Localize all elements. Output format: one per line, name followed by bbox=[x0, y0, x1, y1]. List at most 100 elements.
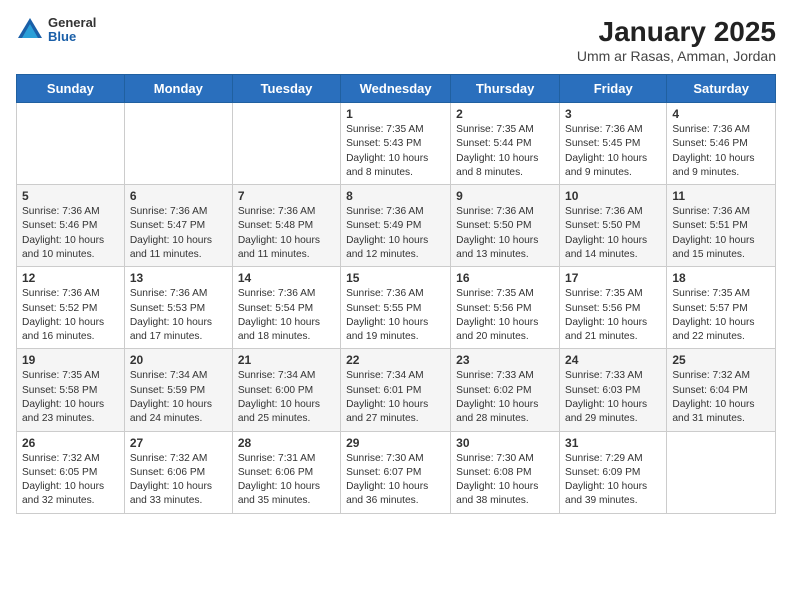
calendar-cell: 17 Sunrise: 7:35 AM Sunset: 5:56 PM Dayli… bbox=[560, 267, 667, 349]
calendar-cell: 28 Sunrise: 7:31 AM Sunset: 6:06 PM Dayli… bbox=[232, 431, 340, 513]
calendar-cell: 8 Sunrise: 7:36 AM Sunset: 5:49 PM Daylig… bbox=[341, 185, 451, 267]
day-number: 7 bbox=[238, 189, 335, 203]
day-number: 30 bbox=[456, 436, 554, 450]
calendar-cell: 31 Sunrise: 7:29 AM Sunset: 6:09 PM Dayli… bbox=[560, 431, 667, 513]
day-number: 6 bbox=[130, 189, 227, 203]
calendar-header-tuesday: Tuesday bbox=[232, 75, 340, 103]
day-info: Sunrise: 7:36 AM Sunset: 5:47 PM Dayligh… bbox=[130, 205, 227, 262]
day-info: Sunrise: 7:36 AM Sunset: 5:45 PM Dayligh… bbox=[565, 123, 661, 180]
day-info: Sunrise: 7:32 AM Sunset: 6:04 PM Dayligh… bbox=[672, 369, 770, 426]
day-info: Sunrise: 7:36 AM Sunset: 5:49 PM Dayligh… bbox=[346, 205, 445, 262]
day-number: 11 bbox=[672, 189, 770, 203]
calendar-cell: 23 Sunrise: 7:33 AM Sunset: 6:02 PM Dayli… bbox=[451, 349, 560, 431]
day-info: Sunrise: 7:35 AM Sunset: 5:56 PM Dayligh… bbox=[565, 287, 661, 344]
day-number: 31 bbox=[565, 436, 661, 450]
day-number: 14 bbox=[238, 271, 335, 285]
day-number: 2 bbox=[456, 107, 554, 121]
day-info: Sunrise: 7:36 AM Sunset: 5:55 PM Dayligh… bbox=[346, 287, 445, 344]
logo-blue: Blue bbox=[48, 30, 96, 44]
calendar-week-5: 26 Sunrise: 7:32 AM Sunset: 6:05 PM Dayli… bbox=[17, 431, 776, 513]
day-number: 1 bbox=[346, 107, 445, 121]
day-number: 29 bbox=[346, 436, 445, 450]
logo: General Blue bbox=[16, 16, 96, 45]
day-info: Sunrise: 7:30 AM Sunset: 6:07 PM Dayligh… bbox=[346, 452, 445, 509]
day-number: 24 bbox=[565, 353, 661, 367]
calendar-cell bbox=[667, 431, 776, 513]
calendar-cell: 26 Sunrise: 7:32 AM Sunset: 6:05 PM Dayli… bbox=[17, 431, 125, 513]
day-number: 9 bbox=[456, 189, 554, 203]
calendar-week-1: 1 Sunrise: 7:35 AM Sunset: 5:43 PM Daylig… bbox=[17, 103, 776, 185]
calendar-cell: 11 Sunrise: 7:36 AM Sunset: 5:51 PM Dayli… bbox=[667, 185, 776, 267]
day-info: Sunrise: 7:35 AM Sunset: 5:43 PM Dayligh… bbox=[346, 123, 445, 180]
page-title: January 2025 bbox=[577, 16, 776, 48]
calendar-cell: 16 Sunrise: 7:35 AM Sunset: 5:56 PM Dayli… bbox=[451, 267, 560, 349]
calendar-header-wednesday: Wednesday bbox=[341, 75, 451, 103]
day-number: 19 bbox=[22, 353, 119, 367]
day-info: Sunrise: 7:30 AM Sunset: 6:08 PM Dayligh… bbox=[456, 452, 554, 509]
day-info: Sunrise: 7:34 AM Sunset: 6:00 PM Dayligh… bbox=[238, 369, 335, 426]
logo-icon bbox=[16, 16, 44, 44]
day-info: Sunrise: 7:35 AM Sunset: 5:57 PM Dayligh… bbox=[672, 287, 770, 344]
calendar-week-4: 19Sunrise: 7:35 AM Sunset: 5:58 PM Dayli… bbox=[17, 349, 776, 431]
day-info: Sunrise: 7:35 AM Sunset: 5:56 PM Dayligh… bbox=[456, 287, 554, 344]
day-number: 21 bbox=[238, 353, 335, 367]
day-info: Sunrise: 7:33 AM Sunset: 6:03 PM Dayligh… bbox=[565, 369, 661, 426]
day-info: Sunrise: 7:35 AM Sunset: 5:44 PM Dayligh… bbox=[456, 123, 554, 180]
day-number: 26 bbox=[22, 436, 119, 450]
day-number: 16 bbox=[456, 271, 554, 285]
calendar-cell: 21 Sunrise: 7:34 AM Sunset: 6:00 PM Dayli… bbox=[232, 349, 340, 431]
day-number: 8 bbox=[346, 189, 445, 203]
calendar-cell: 22 Sunrise: 7:34 AM Sunset: 6:01 PM Dayli… bbox=[341, 349, 451, 431]
day-info: Sunrise: 7:34 AM Sunset: 6:01 PM Dayligh… bbox=[346, 369, 445, 426]
day-number: 22 bbox=[346, 353, 445, 367]
day-info: Sunrise: 7:32 AM Sunset: 6:05 PM Dayligh… bbox=[22, 452, 119, 509]
day-info: Sunrise: 7:36 AM Sunset: 5:50 PM Dayligh… bbox=[456, 205, 554, 262]
calendar-week-3: 12Sunrise: 7:36 AM Sunset: 5:52 PM Dayli… bbox=[17, 267, 776, 349]
day-number: 4 bbox=[672, 107, 770, 121]
calendar-cell: 1 Sunrise: 7:35 AM Sunset: 5:43 PM Daylig… bbox=[341, 103, 451, 185]
day-info: Sunrise: 7:36 AM Sunset: 5:46 PM Dayligh… bbox=[22, 205, 119, 262]
calendar-cell: 4Sunrise: 7:36 AM Sunset: 5:46 PM Daylig… bbox=[667, 103, 776, 185]
calendar-header-thursday: Thursday bbox=[451, 75, 560, 103]
calendar-cell bbox=[124, 103, 232, 185]
day-info: Sunrise: 7:36 AM Sunset: 5:53 PM Dayligh… bbox=[130, 287, 227, 344]
logo-text: General Blue bbox=[48, 16, 96, 45]
calendar-cell: 19Sunrise: 7:35 AM Sunset: 5:58 PM Dayli… bbox=[17, 349, 125, 431]
calendar-cell: 3 Sunrise: 7:36 AM Sunset: 5:45 PM Daylig… bbox=[560, 103, 667, 185]
day-number: 13 bbox=[130, 271, 227, 285]
day-info: Sunrise: 7:33 AM Sunset: 6:02 PM Dayligh… bbox=[456, 369, 554, 426]
calendar-cell bbox=[232, 103, 340, 185]
day-number: 15 bbox=[346, 271, 445, 285]
day-info: Sunrise: 7:36 AM Sunset: 5:54 PM Dayligh… bbox=[238, 287, 335, 344]
calendar-cell: 2 Sunrise: 7:35 AM Sunset: 5:44 PM Daylig… bbox=[451, 103, 560, 185]
calendar-header-friday: Friday bbox=[560, 75, 667, 103]
day-number: 5 bbox=[22, 189, 119, 203]
page-subtitle: Umm ar Rasas, Amman, Jordan bbox=[577, 48, 776, 64]
day-info: Sunrise: 7:36 AM Sunset: 5:48 PM Dayligh… bbox=[238, 205, 335, 262]
day-number: 10 bbox=[565, 189, 661, 203]
calendar-cell: 27Sunrise: 7:32 AM Sunset: 6:06 PM Dayli… bbox=[124, 431, 232, 513]
day-number: 28 bbox=[238, 436, 335, 450]
day-number: 23 bbox=[456, 353, 554, 367]
calendar-cell: 15 Sunrise: 7:36 AM Sunset: 5:55 PM Dayli… bbox=[341, 267, 451, 349]
calendar-cell: 24 Sunrise: 7:33 AM Sunset: 6:03 PM Dayli… bbox=[560, 349, 667, 431]
day-number: 18 bbox=[672, 271, 770, 285]
day-info: Sunrise: 7:31 AM Sunset: 6:06 PM Dayligh… bbox=[238, 452, 335, 509]
calendar-cell: 30 Sunrise: 7:30 AM Sunset: 6:08 PM Dayli… bbox=[451, 431, 560, 513]
calendar-cell: 29 Sunrise: 7:30 AM Sunset: 6:07 PM Dayli… bbox=[341, 431, 451, 513]
calendar-cell: 18 Sunrise: 7:35 AM Sunset: 5:57 PM Dayli… bbox=[667, 267, 776, 349]
calendar-table: SundayMondayTuesdayWednesdayThursdayFrid… bbox=[16, 74, 776, 514]
calendar-cell: 6 Sunrise: 7:36 AM Sunset: 5:47 PM Daylig… bbox=[124, 185, 232, 267]
day-info: Sunrise: 7:34 AM Sunset: 5:59 PM Dayligh… bbox=[130, 369, 227, 426]
logo-general: General bbox=[48, 16, 96, 30]
page-header: General Blue January 2025 Umm ar Rasas, … bbox=[16, 16, 776, 64]
calendar-cell: 12Sunrise: 7:36 AM Sunset: 5:52 PM Dayli… bbox=[17, 267, 125, 349]
day-number: 17 bbox=[565, 271, 661, 285]
day-number: 20 bbox=[130, 353, 227, 367]
day-info: Sunrise: 7:29 AM Sunset: 6:09 PM Dayligh… bbox=[565, 452, 661, 509]
day-info: Sunrise: 7:36 AM Sunset: 5:50 PM Dayligh… bbox=[565, 205, 661, 262]
day-info: Sunrise: 7:36 AM Sunset: 5:51 PM Dayligh… bbox=[672, 205, 770, 262]
day-info: Sunrise: 7:32 AM Sunset: 6:06 PM Dayligh… bbox=[130, 452, 227, 509]
day-number: 25 bbox=[672, 353, 770, 367]
day-number: 3 bbox=[565, 107, 661, 121]
